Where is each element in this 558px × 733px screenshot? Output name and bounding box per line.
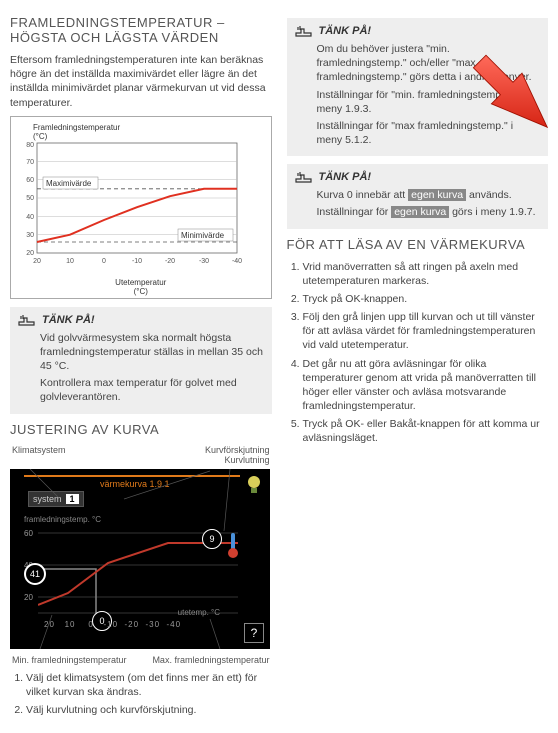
svg-text:-20: -20 (165, 258, 175, 265)
svg-text:20: 20 (33, 258, 41, 265)
info3-p2: Inställningar för egen kurva görs i meny… (317, 205, 541, 219)
info1-p2: Kontrollera max temperatur för golvet me… (40, 376, 264, 404)
svg-text:30: 30 (26, 232, 34, 239)
step-a2: Välj kurvlutning och kurvförskjutning. (26, 703, 272, 717)
right-column: TÄNK PÅ! Om du behöver justera "min. fra… (287, 10, 549, 723)
svg-text:-10: -10 (132, 258, 142, 265)
svg-text:0: 0 (102, 258, 106, 265)
info-box-own-curve: TÄNK PÅ! Kurva 0 innebär att egen kurva … (287, 164, 549, 228)
step-b2: Tryck på OK-knappen. (303, 292, 549, 306)
curve-adjust-steps: Välj det klimatsystem (om det finns mer … (10, 671, 272, 718)
left-column: FRAMLEDNINGSTEMPERATUR – HÖGSTA OCH LÄGS… (10, 10, 272, 723)
help-button[interactable]: ? (244, 623, 264, 643)
svg-text:-30: -30 (199, 258, 209, 265)
screen-label-klimatsystem: Klimatsystem (12, 445, 66, 465)
step-a1: Välj det klimatsystem (om det finns mer … (26, 671, 272, 699)
ytick-20: 20 (24, 593, 33, 602)
screen-label-slope: Kurvlutning (224, 455, 269, 465)
value-41-bubble[interactable]: 41 (24, 563, 46, 585)
info2-p2: Inställningar för "min. framledningstemp… (317, 88, 541, 116)
highlight-egen-kurva: egen kurva (408, 189, 466, 201)
step-b1: Vrid manöverratten så att ringen på axel… (303, 260, 549, 288)
screen-title: värmekurva 1.9.1 (100, 479, 170, 489)
control-panel-screen: värmekurva 1.9.1 system 1 framledningste… (10, 469, 270, 649)
svg-text:60: 60 (26, 177, 34, 184)
heading-curve-adjust: JUSTERING AV KURVA (10, 422, 272, 437)
heading-read-curve: FÖR ATT LÄSA AV EN VÄRMEKURVA (287, 237, 549, 252)
heading-flow-temp-limits: FRAMLEDNINGSTEMPERATUR – HÖGSTA OCH LÄGS… (10, 15, 272, 45)
svg-text:20: 20 (26, 250, 34, 257)
svg-text:70: 70 (26, 159, 34, 166)
system-selector[interactable]: system 1 (28, 491, 84, 507)
read-curve-steps: Vrid manöverratten så att ringen på axel… (287, 260, 549, 446)
system-label: system (33, 494, 62, 504)
ytick-60: 60 (24, 529, 33, 538)
intro-paragraph: Eftersom framledningstemperaturen inte k… (10, 53, 272, 110)
chart-max-label: Maximivärde (46, 179, 92, 188)
screen-label-offset: Kurvförskjutning (205, 445, 270, 455)
info1-title: TÄNK PÅ! (42, 314, 95, 326)
screen-xlabel: utetemp. °C (178, 608, 220, 617)
lamp-icon (246, 475, 262, 497)
info2-p1: Om du behöver justera "min. framlednings… (317, 42, 541, 85)
thermometer-icon (228, 533, 238, 559)
flow-temp-chart: Framledningstemperatur (°C) 20 30 (10, 116, 272, 299)
highlight-egen-kurva: egen kurva (391, 206, 449, 218)
hand-point-icon (295, 24, 313, 38)
svg-text:10: 10 (66, 258, 74, 265)
step-b3: Följ den grå linjen upp till kurvan och … (303, 310, 549, 353)
screen-label-min: Min. framledningstemperatur (12, 655, 127, 665)
chart-svg: 20 30 40 50 60 70 80 20 10 0 -10 -20 -30… (13, 141, 253, 276)
svg-text:-40: -40 (232, 258, 242, 265)
info-box-floor-heating: TÄNK PÅ! Vid golvvärmesystem ska normalt… (10, 307, 272, 414)
info2-title: TÄNK PÅ! (319, 25, 372, 37)
step-b5: Tryck på OK- eller Bakåt-knappen för att… (303, 417, 549, 445)
hand-point-icon (295, 170, 313, 184)
step-b4: Det går nu att göra avläsningar för olik… (303, 357, 549, 414)
info-box-menus: TÄNK PÅ! Om du behöver justera "min. fra… (287, 18, 549, 156)
chart-min-label: Minimivärde (181, 231, 225, 240)
svg-text:40: 40 (26, 214, 34, 221)
chart-yunit: (°C) (33, 132, 47, 141)
screen-label-max: Max. framledningstemperatur (152, 655, 269, 665)
chart-xunit: (°C) (134, 287, 148, 296)
chart-ylabel: Framledningstemperatur (33, 123, 120, 132)
chart-xlabel: Utetemperatur (115, 278, 166, 287)
info2-p3: Inställningar för "max framledningstemp.… (317, 119, 541, 147)
info1-p1: Vid golvvärmesystem ska normalt högsta f… (40, 331, 264, 374)
info3-p1: Kurva 0 innebär att egen kurva används. (317, 188, 541, 202)
xticks: 20 10 0 -10 -20 -30 -40 (44, 620, 181, 629)
hand-point-icon (18, 313, 36, 327)
svg-text:50: 50 (26, 195, 34, 202)
info3-title: TÄNK PÅ! (319, 171, 372, 183)
value-9-bubble[interactable]: 9 (202, 529, 222, 549)
system-value: 1 (66, 494, 79, 504)
svg-text:80: 80 (26, 142, 34, 149)
